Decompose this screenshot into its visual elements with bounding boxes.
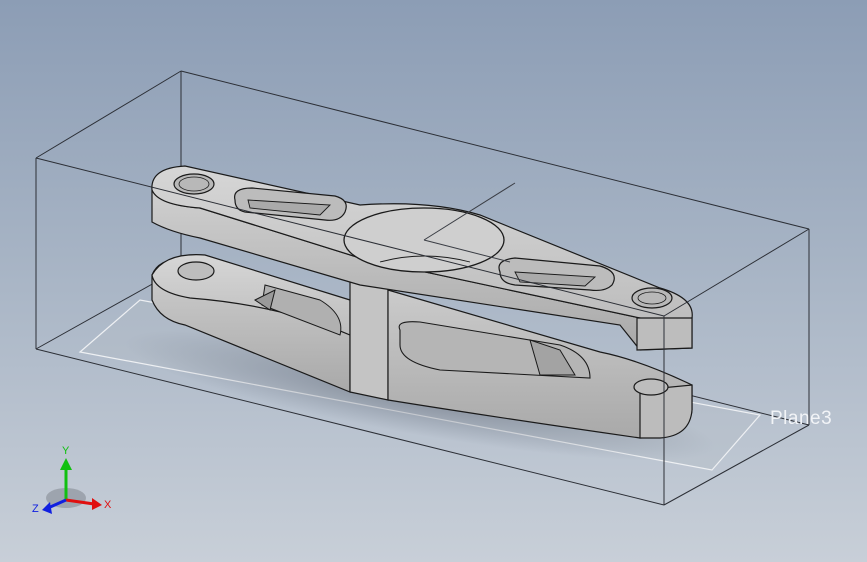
triad-z-label: Z <box>32 503 39 515</box>
coordinate-triad-icon: Y X Z <box>32 445 112 515</box>
graphics-viewport[interactable]: Plane3 Y X Z <box>0 0 867 562</box>
model-scene[interactable] <box>0 0 867 562</box>
plane-label[interactable]: Plane3 <box>770 408 832 430</box>
triad-x-label: X <box>104 499 112 511</box>
triad-y-label: Y <box>62 445 70 457</box>
